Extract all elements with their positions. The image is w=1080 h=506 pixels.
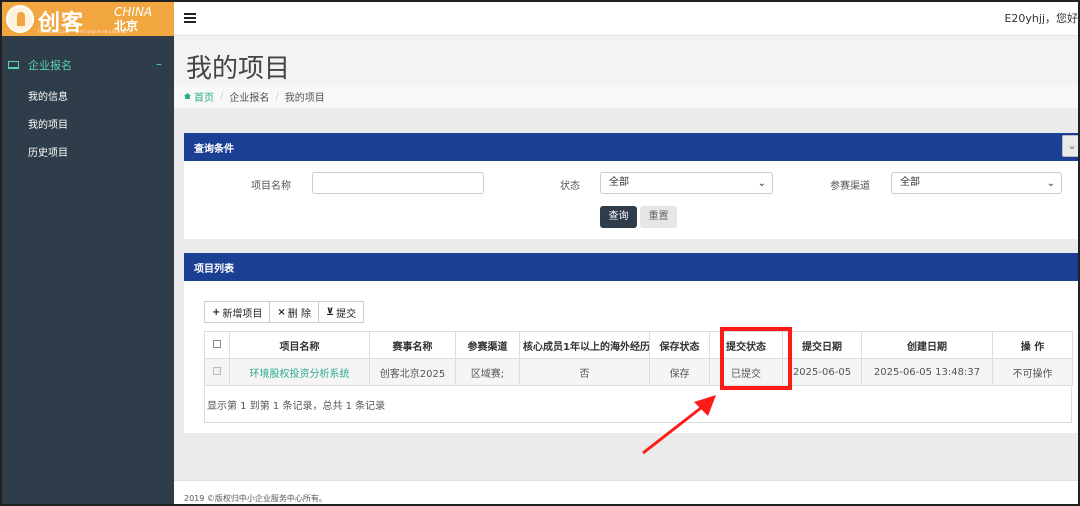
checkbox-icon <box>213 366 221 375</box>
plus-icon: + <box>212 306 221 318</box>
query-panel: 查询条件 ⌄ 项目名称 状态 全部 ⌄ 参赛渠道 全部 ⌄ 查询 重置 <box>184 133 1078 239</box>
nav-group-label: 企业报名 <box>28 59 72 72</box>
column-header[interactable]: 核心成员1年以上的海外经历 <box>519 331 650 359</box>
breadcrumb-current: 我的项目 <box>284 92 325 104</box>
page-header: 我的项目 首页 / 企业报名 / 我的项目 <box>174 36 1078 108</box>
main-content: 我的项目 首页 / 企业报名 / 我的项目 查询条件 ⌄ 项目名称 状态 全部 … <box>174 36 1078 504</box>
channel-select-value: 全部 <box>900 177 920 188</box>
footer: 2019 ©版权归中小企业服务中心所有。 <box>174 480 1078 504</box>
breadcrumb: 首页 / 企业报名 / 我的项目 <box>174 85 1078 107</box>
submit-button[interactable]: ⊻ 提交 <box>317 301 365 323</box>
status-select-value: 全部 <box>609 177 629 188</box>
status-select[interactable]: 全部 ⌄ <box>600 172 773 194</box>
add-project-button[interactable]: + 新增项目 <box>204 301 271 323</box>
delete-label: 删 除 <box>287 308 311 320</box>
page-title: 我的项目 <box>186 54 291 84</box>
reset-button[interactable]: 重置 <box>640 206 677 228</box>
chevron-down-icon: ⌄ <box>1046 178 1055 189</box>
breadcrumb-home[interactable]: 首页 <box>194 89 214 104</box>
chevron-down-icon: ⌄ <box>757 178 766 189</box>
column-header[interactable]: 参赛渠道 <box>455 331 520 359</box>
user-greeting[interactable]: E20yhjj，您好 <box>1004 10 1078 26</box>
cell-created-date: 2025-06-05 13:48:37 <box>861 358 993 386</box>
sidebar-item-history-projects[interactable]: 历史项目 <box>28 144 68 159</box>
breadcrumb-enterprise-signup: 企业报名 <box>229 92 270 104</box>
checkbox-icon <box>213 339 221 348</box>
logo: 创客 CHINA 北京 Innovation · Entrepreneurshi… <box>2 2 174 36</box>
logo-tagline: Innovation · Entrepreneurship <box>38 29 127 34</box>
home-icon <box>184 93 191 99</box>
submit-label: 提交 <box>336 308 357 320</box>
search-button[interactable]: 查询 <box>600 206 637 228</box>
breadcrumb-separator: / <box>275 90 279 102</box>
project-name-label: 项目名称 <box>251 181 291 192</box>
column-header[interactable]: 提交日期 <box>782 331 862 359</box>
table-row: 环境股权投资分析系统 创客北京2025 区域赛; 否 保存 已提交 2025-0… <box>204 358 1073 386</box>
list-toolbar: + 新增项目 × 删 除 ⊻ 提交 <box>204 301 365 323</box>
query-panel-header: 查询条件 <box>184 133 1078 161</box>
sidebar: 创客 CHINA 北京 Innovation · Entrepreneurshi… <box>2 2 174 504</box>
app-window: 创客 CHINA 北京 Innovation · Entrepreneurshi… <box>0 0 1080 506</box>
logo-mark-icon <box>6 5 34 33</box>
cell-operation: 不可操作 <box>992 358 1073 386</box>
project-name-link[interactable]: 环境股权投资分析系统 <box>229 358 370 386</box>
annotation-highlight-box <box>720 327 792 390</box>
upload-icon: ⊻ <box>325 306 335 318</box>
collapse-minus-icon[interactable]: – <box>156 57 162 71</box>
breadcrumb-separator: / <box>220 90 224 102</box>
cell-channel: 区域赛; <box>455 358 520 386</box>
sidebar-item-my-info[interactable]: 我的信息 <box>28 88 68 103</box>
project-list-panel: 项目列表 + 新增项目 × 删 除 ⊻ 提交 项目名称 赛事名称 参赛渠道 核心… <box>184 253 1078 433</box>
nav-group-enterprise-signup[interactable]: 企业报名 – <box>2 54 174 76</box>
annotation-arrow-icon <box>642 395 716 455</box>
cell-submit-date: 2025-06-05 <box>782 358 862 386</box>
column-header[interactable]: 赛事名称 <box>369 331 456 359</box>
column-header[interactable]: 保存状态 <box>649 331 710 359</box>
channel-select[interactable]: 全部 ⌄ <box>891 172 1062 194</box>
project-table: 项目名称 赛事名称 参赛渠道 核心成员1年以上的海外经历 保存状态 提交状态 提… <box>204 331 1073 386</box>
project-list-header: 项目列表 <box>184 253 1078 281</box>
select-all-checkbox[interactable] <box>204 331 230 359</box>
pagination-summary: 显示第 1 到第 1 条记录，总共 1 条记录 <box>204 387 1072 423</box>
collapse-chevron-icon[interactable]: ⌄ <box>1062 135 1078 157</box>
column-header[interactable]: 创建日期 <box>861 331 993 359</box>
status-label: 状态 <box>560 181 580 192</box>
cell-overseas: 否 <box>519 358 650 386</box>
menu-toggle-icon[interactable] <box>184 13 196 23</box>
close-icon: × <box>277 306 286 318</box>
topbar: E20yhjj，您好 <box>174 2 1078 36</box>
laptop-icon <box>8 61 19 69</box>
table-header-row: 项目名称 赛事名称 参赛渠道 核心成员1年以上的海外经历 保存状态 提交状态 提… <box>204 331 1073 359</box>
sidebar-item-my-projects[interactable]: 我的项目 <box>28 116 68 131</box>
add-project-label: 新增项目 <box>222 308 263 320</box>
cell-event: 创客北京2025 <box>369 358 456 386</box>
column-header[interactable]: 项目名称 <box>229 331 370 359</box>
row-checkbox[interactable] <box>204 358 230 386</box>
channel-label: 参赛渠道 <box>830 181 870 192</box>
column-header[interactable]: 操 作 <box>992 331 1073 359</box>
delete-button[interactable]: × 删 除 <box>269 301 319 323</box>
project-name-input[interactable] <box>312 172 484 194</box>
cell-save-status: 保存 <box>649 358 710 386</box>
